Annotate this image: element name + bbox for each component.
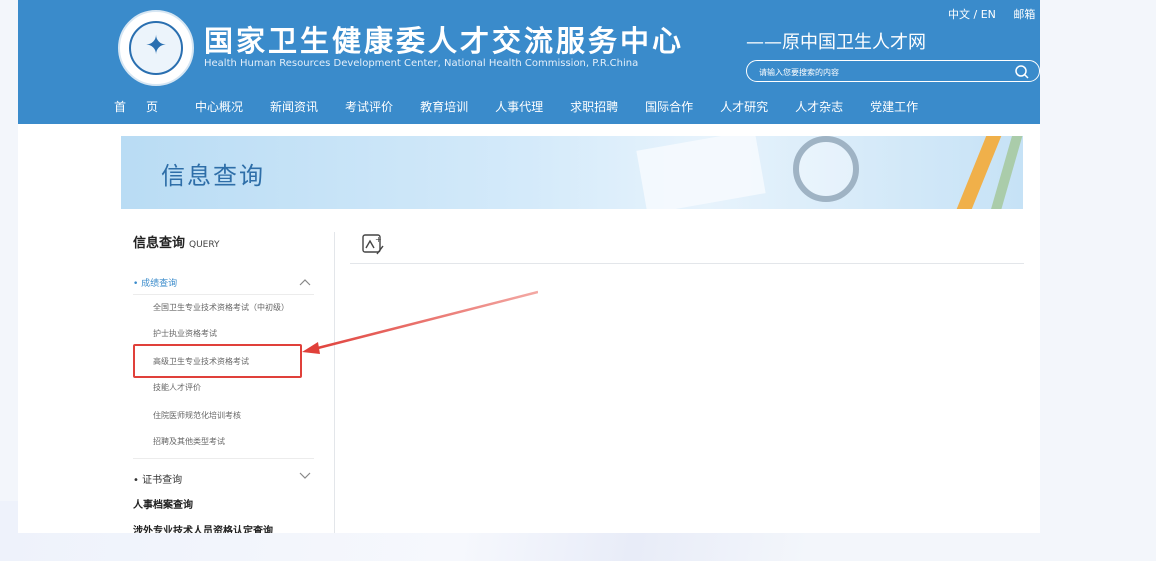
- sidebar-divider: [334, 232, 335, 533]
- site-logo[interactable]: ✦: [118, 10, 194, 86]
- content-divider: [350, 263, 1024, 264]
- sidebar-item-nurse-exam[interactable]: 护士执业资格考试: [153, 328, 217, 339]
- search-icon[interactable]: [1013, 63, 1031, 81]
- sidebar-item-residency[interactable]: 住院医师规范化培训考核: [153, 410, 241, 421]
- page-container: ✦ 国家卫生健康委人才交流服务中心 Health Human Resources…: [18, 0, 1040, 533]
- search-input[interactable]: [759, 64, 999, 80]
- search-box: [746, 60, 1040, 82]
- nav-news[interactable]: 新闻资讯: [270, 98, 318, 118]
- banner-title: 信息查询: [161, 162, 265, 190]
- nav-international[interactable]: 国际合作: [645, 98, 693, 118]
- sidebar-group-certificate[interactable]: • 证书查询: [133, 471, 182, 486]
- site-title: 国家卫生健康委人才交流服务中心: [204, 24, 685, 58]
- site-subtitle: Health Human Resources Development Cente…: [204, 58, 639, 69]
- former-name: ——原中国卫生人才网: [746, 32, 926, 53]
- logo-emblem: ✦: [129, 21, 183, 75]
- nav-hr-agency[interactable]: 人事代理: [495, 98, 543, 118]
- sidebar-separator: [133, 294, 314, 295]
- language-switch[interactable]: 中文 / EN: [948, 8, 996, 21]
- nav-jobs[interactable]: 求职招聘: [570, 98, 618, 118]
- chevron-up-icon[interactable]: [298, 277, 312, 287]
- sidebar-item-skills[interactable]: 技能人才评价: [153, 382, 201, 393]
- main-nav: 首页 中心概况 新闻资讯 考试评价 教育培训 人事代理 求职招聘 国际合作 人才…: [114, 98, 1040, 118]
- nav-magazine[interactable]: 人才杂志: [795, 98, 843, 118]
- chevron-down-icon[interactable]: [298, 470, 312, 480]
- nav-home[interactable]: 首页: [114, 98, 178, 118]
- sidebar-heading-en: QUERY: [189, 240, 220, 250]
- annotation-arrow: [302, 290, 538, 354]
- sidebar-item-national-health-exam[interactable]: 全国卫生专业技术资格考试（中初级）: [153, 302, 289, 313]
- top-links: 中文 / EN 邮箱: [948, 6, 1040, 22]
- sidebar-group-score[interactable]: • 成绩查询: [133, 276, 177, 289]
- nav-research[interactable]: 人才研究: [720, 98, 768, 118]
- nav-about[interactable]: 中心概况: [195, 98, 243, 118]
- star-icon: ✦: [145, 31, 167, 61]
- sidebar-item-recruitment[interactable]: 招聘及其他类型考试: [153, 436, 225, 447]
- sidebar-separator: [133, 458, 314, 459]
- sidebar-heading: 信息查询 QUERY: [133, 232, 220, 251]
- magnifier-illustration: [793, 136, 859, 202]
- svg-text:+: +: [375, 235, 382, 244]
- sidebar-item-archives[interactable]: 人事档案查询: [133, 496, 193, 511]
- paper-illustration: [636, 136, 766, 209]
- mail-link[interactable]: 邮箱: [1013, 8, 1035, 21]
- annotation-highlight-box: [133, 344, 302, 378]
- image-placeholder-icon: +: [362, 234, 384, 255]
- nav-education[interactable]: 教育培训: [420, 98, 468, 118]
- page-banner: 信息查询: [121, 136, 1023, 209]
- sidebar-heading-text: 信息查询: [133, 236, 186, 251]
- site-header: ✦ 国家卫生健康委人才交流服务中心 Health Human Resources…: [18, 0, 1040, 124]
- nav-party[interactable]: 党建工作: [870, 98, 918, 118]
- nav-exams[interactable]: 考试评价: [345, 98, 393, 118]
- sidebar-item-foreign-qualification[interactable]: 涉外专业技术人员资格认定查询: [133, 522, 273, 533]
